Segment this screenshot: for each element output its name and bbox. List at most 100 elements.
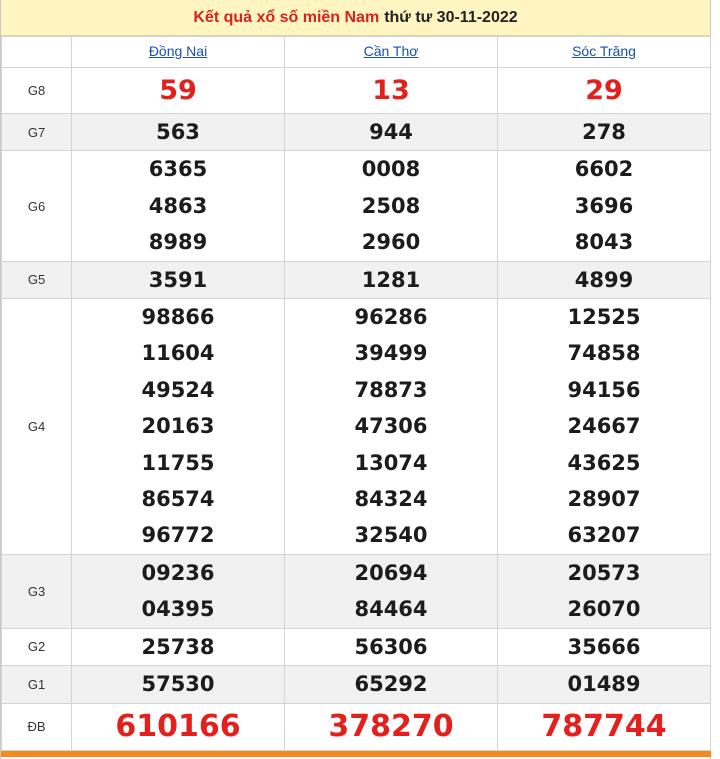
province-cell: Sóc Trăng [497,36,711,68]
prize-number: 1281 [361,267,421,292]
prize-cell: 20694 84464 [284,553,498,629]
prize-cell: 56306 [284,627,498,667]
prize-number: 8989 [148,230,208,255]
prize-number: 28907 [567,487,641,512]
prize-label: G7 [1,112,72,152]
prize-number: 13074 [354,450,428,475]
prize-cell: 12525 74858 94156 24667 43625 28907 63207 [497,298,711,555]
prize-number: 96772 [141,523,215,548]
prize-number: 12525 [567,305,641,330]
prize-cell: 6602 3696 8043 [497,150,711,262]
prize-cell: 278 [497,112,711,152]
prize-number: 0008 [361,157,421,182]
prize-label: G5 [1,260,72,300]
prize-number: 63207 [567,523,641,548]
prize-cell: 944 [284,112,498,152]
prize-row-đb: ĐB 610166 378270 787744 [1,702,711,751]
prize-number: 74858 [567,341,641,366]
prize-number: 24667 [567,414,641,439]
prize-number: 29 [585,75,623,106]
prize-cell: 29 [497,67,711,114]
prize-number: 11604 [141,341,215,366]
prize-cell: 59 [71,67,285,114]
prize-number: 49524 [141,377,215,402]
prize-cell: 563 [71,112,285,152]
prize-number: 86574 [141,487,215,512]
prize-number: 84464 [354,597,428,622]
prize-label: G1 [1,665,72,704]
prize-number: 78873 [354,377,428,402]
prize-number: 8043 [574,230,634,255]
prize-cell: 98866 11604 49524 20163 11755 86574 96772 [71,298,285,555]
prize-number: 6365 [148,157,208,182]
prize-number: 59 [159,75,197,106]
prize-number: 57530 [141,672,215,697]
prize-number: 47306 [354,414,428,439]
prize-number: 944 [369,120,413,144]
prize-number: 378270 [328,708,454,744]
prize-cell: 610166 [71,702,285,751]
prize-number: 3696 [574,193,634,218]
prize-row-g4: G4 98866 11604 49524 20163 11755 86574 96772 962… [1,298,711,555]
prize-number: 2508 [361,193,421,218]
results-title-link[interactable]: Kết quả xổ số miền Nam [193,9,379,27]
prize-cell: 6365 4863 8989 [71,150,285,262]
prize-cell: 65292 [284,665,498,704]
prize-label: G4 [1,298,72,555]
prize-number: 11755 [141,450,215,475]
prize-row-g2: G2 25738 56306 35666 [1,627,711,667]
prize-label: G8 [1,67,72,114]
province-link-soc-trang[interactable]: Sóc Trăng [572,43,636,59]
prize-label: G3 [1,553,72,629]
prize-cell: 35666 [497,627,711,667]
prize-number: 01489 [567,672,641,697]
prize-number: 56306 [354,634,428,659]
prize-cell: 09236 04395 [71,553,285,629]
prize-number: 09236 [141,560,215,585]
prize-number: 4863 [148,193,208,218]
results-title-bar: Kết quả xổ số miền Nam thứ tư 30-11-2022 [1,0,710,36]
prize-number: 3591 [148,267,208,292]
prize-cell: 20573 26070 [497,553,711,629]
prize-number: 04395 [141,597,215,622]
prize-number: 39499 [354,341,428,366]
prize-number: 43625 [567,450,641,475]
prize-row-g3: G3 09236 04395 20694 84464 20573 26070 [1,553,711,629]
prize-cell: 96286 39499 78873 47306 13074 84324 32540 [284,298,498,555]
prize-number: 26070 [567,597,641,622]
prize-cell: 1281 [284,260,498,300]
prize-number: 65292 [354,672,428,697]
prize-number: 278 [582,120,626,144]
prize-cell: 3591 [71,260,285,300]
prize-number: 20163 [141,414,215,439]
prize-row-g1: G1 57530 65292 01489 [1,665,711,704]
prize-cell: 787744 [497,702,711,751]
prize-label: G6 [1,150,72,262]
prize-row-g7: G7 563 944 278 [1,112,711,152]
prize-number: 20573 [567,560,641,585]
prize-cell: 4899 [497,260,711,300]
prize-number: 6602 [574,157,634,182]
lottery-results-panel: Kết quả xổ số miền Nam thứ tư 30-11-2022… [0,0,711,759]
prize-number: 96286 [354,305,428,330]
prize-number: 20694 [354,560,428,585]
prize-number: 84324 [354,487,428,512]
prize-cell: 57530 [71,665,285,704]
prize-rows: G8 59 13 29 G7 563 944 278 G6 6365 4863 8989 0008 250… [1,67,711,751]
prize-row-g6: G6 6365 4863 8989 0008 2508 2960 6602 3696 8043 [1,150,711,262]
prize-number: 4899 [574,267,634,292]
province-link-dong-nai[interactable]: Đồng Nai [149,43,207,59]
prize-cell: 13 [284,67,498,114]
corner-cell [1,36,72,68]
prize-cell: 01489 [497,665,711,704]
bottom-accent-bar [1,750,711,757]
prize-cell: 378270 [284,702,498,751]
prize-number: 35666 [567,634,641,659]
prize-label: ĐB [1,702,72,751]
prize-number: 563 [156,120,200,144]
prize-number: 32540 [354,523,428,548]
results-date: thứ tư 30-11-2022 [384,8,518,26]
province-link-can-tho[interactable]: Cần Thơ [364,43,419,59]
results-table: Đồng Nai Cần Thơ Sóc Trăng G8 59 13 29 G7 563… [1,36,711,751]
prize-number: 94156 [567,377,641,402]
